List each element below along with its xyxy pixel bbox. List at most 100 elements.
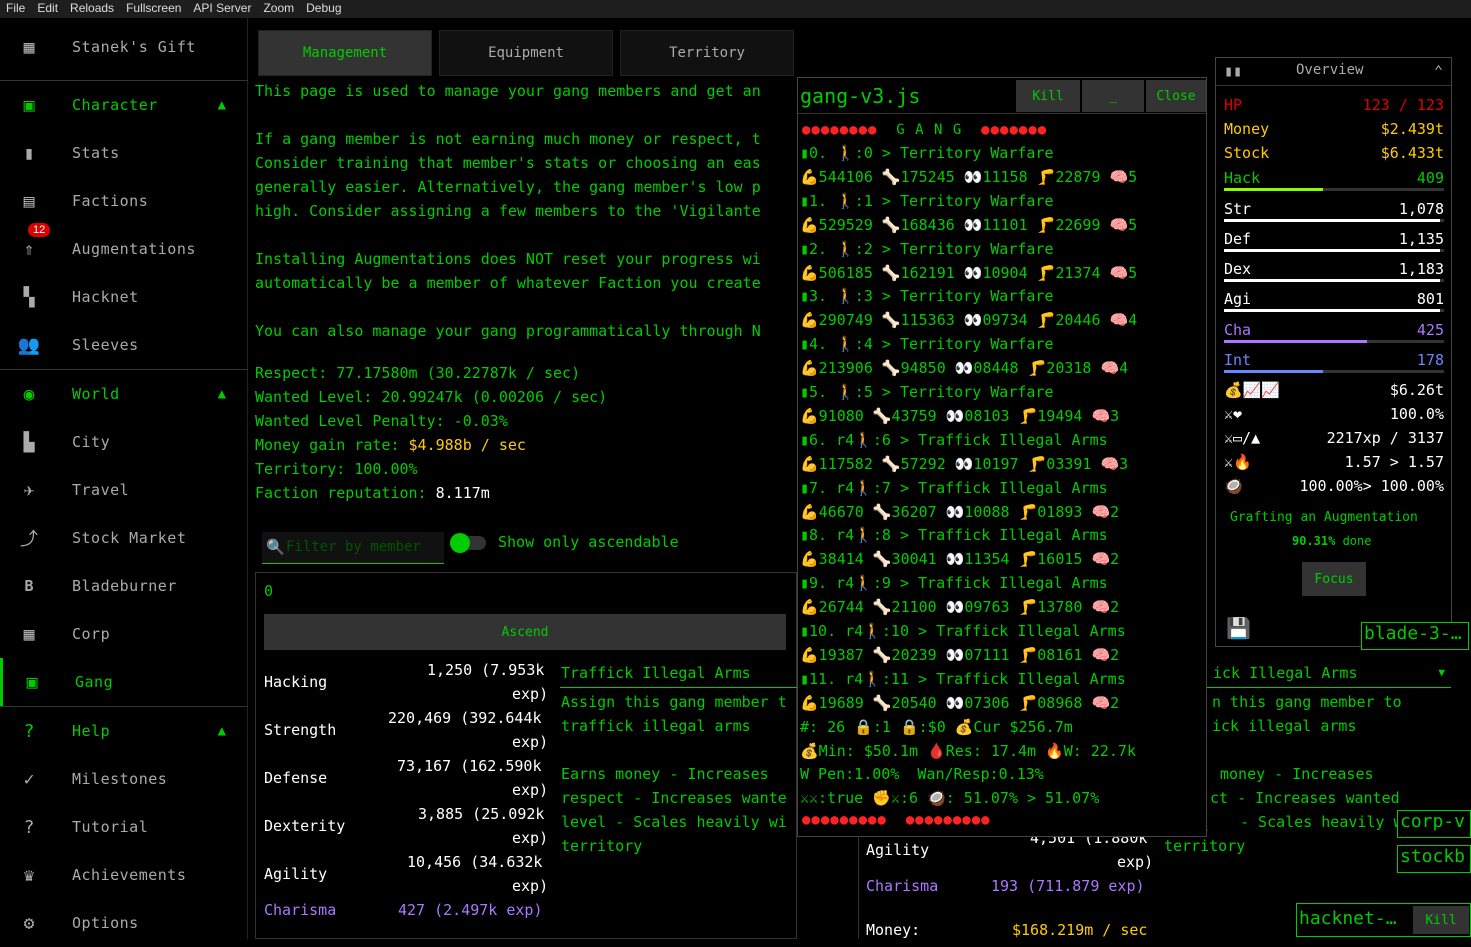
sidebar-item-bladeburner[interactable]: B Bladeburner bbox=[0, 562, 248, 610]
check-icon: ✓ bbox=[23, 768, 35, 790]
log-line: ▮1. 🚶:1 > Territory Warfare bbox=[800, 191, 1054, 210]
ascendable-toggle[interactable] bbox=[450, 533, 486, 553]
sidebar-item-stats[interactable]: ▮ Stats bbox=[0, 129, 248, 177]
sidebar-header-help[interactable]: ? Help ▲ bbox=[0, 707, 248, 755]
sidebar-item-stock-market[interactable]: ⤴ Stock Market bbox=[0, 514, 248, 562]
task-select-2[interactable]: ick Illegal Arms ▼ bbox=[1207, 660, 1451, 688]
intro-line: Consider training that member's stats or… bbox=[255, 154, 761, 172]
menu-edit[interactable]: Edit bbox=[31, 0, 64, 18]
income-value: $6.26t bbox=[1389, 381, 1444, 399]
member-name: 0 bbox=[264, 582, 274, 600]
menu-file[interactable]: File bbox=[0, 0, 31, 18]
minimize-button[interactable]: _ bbox=[1082, 80, 1144, 112]
footer-dots: ●●●●●●●●● ●●●●●●●●● bbox=[802, 812, 991, 828]
sidebar-item-sleeves[interactable]: 👥 Sleeves bbox=[0, 321, 248, 369]
sidebar-item-options[interactable]: ⚙ Options bbox=[0, 899, 248, 947]
dex-label: Dex bbox=[1224, 260, 1252, 278]
log-line: ▮5. 🚶:5 > Territory Warfare bbox=[800, 383, 1054, 401]
log-line: ▮2. 🚶:2 > Territory Warfare bbox=[800, 239, 1054, 258]
tab-equipment[interactable]: Equipment bbox=[439, 30, 613, 76]
menu-debug[interactable]: Debug bbox=[300, 0, 347, 18]
city-icon: ▙ bbox=[23, 431, 35, 453]
close-button[interactable]: Close bbox=[1146, 80, 1206, 112]
sidebar-item-city[interactable]: ▙ City bbox=[0, 418, 248, 466]
trending-up-icon: ⤴ bbox=[20, 529, 38, 550]
mult-value: 1.57 > 1.57 bbox=[1344, 453, 1444, 471]
log-line: 💪46670 🦴36207 👀10088 🦵01893 🧠2 bbox=[800, 502, 1120, 521]
chevron-up-icon[interactable]: ⌃ bbox=[1434, 62, 1443, 80]
agi-label: Agi bbox=[1224, 290, 1252, 308]
log-line: ▮0. 🚶:0 > Territory Warfare bbox=[800, 144, 1054, 162]
money-label: Money bbox=[1224, 120, 1270, 138]
stat-strength-label: Strength bbox=[264, 721, 337, 739]
sidebar-header-world[interactable]: ◉ World ▲ bbox=[0, 370, 248, 418]
tab-management[interactable]: Management bbox=[258, 30, 432, 76]
menu-zoom[interactable]: Zoom bbox=[257, 0, 300, 18]
menu-reloads[interactable]: Reloads bbox=[64, 0, 120, 18]
tab-territory[interactable]: Territory bbox=[620, 30, 794, 76]
sidebar-item-corp[interactable]: ▦ Corp bbox=[0, 610, 248, 658]
sidebar-item-travel[interactable]: ✈ Travel bbox=[0, 466, 248, 514]
tail-window-corp[interactable]: corp-v bbox=[1397, 810, 1471, 838]
script-titlebar[interactable]: gang-v3.js Kill _ Close bbox=[798, 78, 1206, 114]
kill-button[interactable]: Kill bbox=[1016, 80, 1080, 112]
log-line: W Pen:1.00% Wan/Resp:0.13% bbox=[800, 765, 1044, 784]
sidebar-item-augmentations[interactable]: ⇑ 12 Augmentations bbox=[0, 223, 248, 273]
hp-row: HP 123 / 123 bbox=[1224, 96, 1444, 114]
money-label: Money: bbox=[866, 921, 921, 939]
sidebar-item-hacknet[interactable]: ▚ Hacknet bbox=[0, 273, 248, 321]
sidebar-item-factions[interactable]: ▤ Factions bbox=[0, 177, 248, 225]
bar-chart-icon: ▮▮ bbox=[1224, 62, 1243, 80]
menu-fullscreen[interactable]: Fullscreen bbox=[120, 0, 187, 18]
xp-icon: ⚔▭/▲ bbox=[1224, 429, 1261, 447]
money-gain-stat: Money gain rate: $4.988b / sec bbox=[255, 436, 526, 454]
task-select[interactable]: Traffick Illegal Arms bbox=[560, 660, 800, 688]
income-row: 💰📈📈 $6.26t bbox=[1224, 381, 1444, 399]
script-log-window[interactable]: gang-v3.js Kill _ Close ●●●●●●●● G A N G… bbox=[797, 77, 1207, 837]
ascend-button[interactable]: Ascend bbox=[264, 614, 786, 650]
def-label: Def bbox=[1224, 230, 1252, 248]
hack-value: 409 bbox=[1416, 169, 1444, 187]
stat-hacking-label: Hacking bbox=[264, 673, 328, 691]
hacknet-kill-button[interactable]: Kill bbox=[1413, 906, 1469, 934]
int-row: Int 178 bbox=[1224, 351, 1444, 369]
sidebar-item-milestones[interactable]: ✓ Milestones bbox=[0, 755, 248, 803]
sidebar-item-tutorial[interactable]: ? Tutorial bbox=[0, 803, 248, 851]
log-line: #: 26 🔒:1 🔒:$0 💰Cur $256.7m bbox=[800, 717, 1073, 736]
save-icon[interactable]: 💾 bbox=[1226, 616, 1251, 640]
stat-strength-exp: exp) bbox=[512, 733, 549, 751]
dex-bar bbox=[1224, 279, 1444, 282]
grafting-percent: 90.31% bbox=[1292, 534, 1336, 548]
menu-api-server[interactable]: API Server bbox=[187, 0, 257, 18]
task-desc: Earns money - Increases bbox=[561, 765, 769, 783]
airplane-icon: ✈ bbox=[23, 479, 35, 501]
stat-charisma-value: 427 (2.497k exp) bbox=[398, 901, 543, 919]
sidebar-item-staneks-gift[interactable]: ▦ Stanek's Gift bbox=[0, 23, 248, 71]
tail-window-stock[interactable]: stockb bbox=[1397, 845, 1471, 873]
log-line: ▮8. r4🚶:8 > Traffick Illegal Arms bbox=[800, 526, 1108, 545]
hp-value: 123 / 123 bbox=[1362, 96, 1444, 114]
stock-row: Stock $6.433t bbox=[1224, 144, 1444, 162]
tail-window-hacknet[interactable]: hacknet-… Kill bbox=[1296, 903, 1471, 937]
dropdown-arrow-icon: ▼ bbox=[1438, 666, 1445, 679]
stat-charisma-label: Charisma bbox=[866, 877, 939, 895]
task-desc: level - Scales heavily wi bbox=[561, 813, 787, 831]
overview-header[interactable]: ▮▮ Overview ⌃ bbox=[1216, 58, 1451, 86]
chevron-up-icon: ▲ bbox=[217, 97, 226, 113]
sidebar-header-character[interactable]: ▣ Character ▲ bbox=[0, 81, 248, 129]
log-line: ⚔⚔:true ✊⚔:6 🥥: 51.07% > 51.07% bbox=[800, 789, 1100, 808]
str-bar bbox=[1224, 219, 1444, 222]
b-icon: B bbox=[24, 577, 34, 595]
def-bar bbox=[1224, 249, 1444, 252]
str-value: 1,078 bbox=[1398, 200, 1444, 218]
dex-value: 1,183 bbox=[1398, 260, 1444, 278]
int-bar bbox=[1224, 370, 1444, 373]
tail-window-blade[interactable]: blade-3-… bbox=[1361, 622, 1469, 650]
stat-strength-value: 220,469 (392.644k bbox=[388, 709, 542, 727]
agi-bar bbox=[1224, 309, 1444, 312]
sidebar-item-gang[interactable]: ▣ Gang bbox=[0, 658, 248, 706]
focus-button[interactable]: Focus bbox=[1302, 562, 1366, 596]
sidebar-item-achievements[interactable]: ♛ Achievements bbox=[0, 851, 248, 899]
faction-rep-value: 8.117m bbox=[435, 484, 490, 502]
filter-input[interactable]: 🔍 Filter by member bbox=[262, 532, 444, 564]
